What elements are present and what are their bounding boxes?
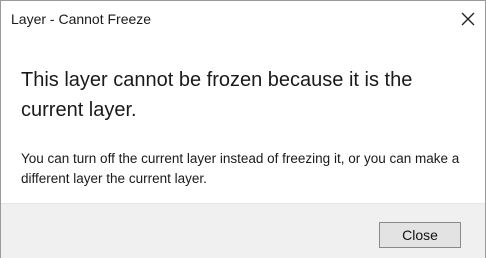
cannot-freeze-dialog: Layer - Cannot Freeze This layer cannot … xyxy=(0,0,486,258)
close-button[interactable]: Close xyxy=(379,222,461,248)
supplemental-message: You can turn off the current layer inste… xyxy=(21,151,460,186)
main-instruction: This layer cannot be frozen because it i… xyxy=(21,69,413,121)
title-bar: Layer - Cannot Freeze xyxy=(1,1,485,35)
close-x-glyph xyxy=(461,12,475,26)
dialog-title: Layer - Cannot Freeze xyxy=(11,11,152,27)
close-icon[interactable] xyxy=(455,7,481,31)
button-footer: Close xyxy=(1,203,485,258)
